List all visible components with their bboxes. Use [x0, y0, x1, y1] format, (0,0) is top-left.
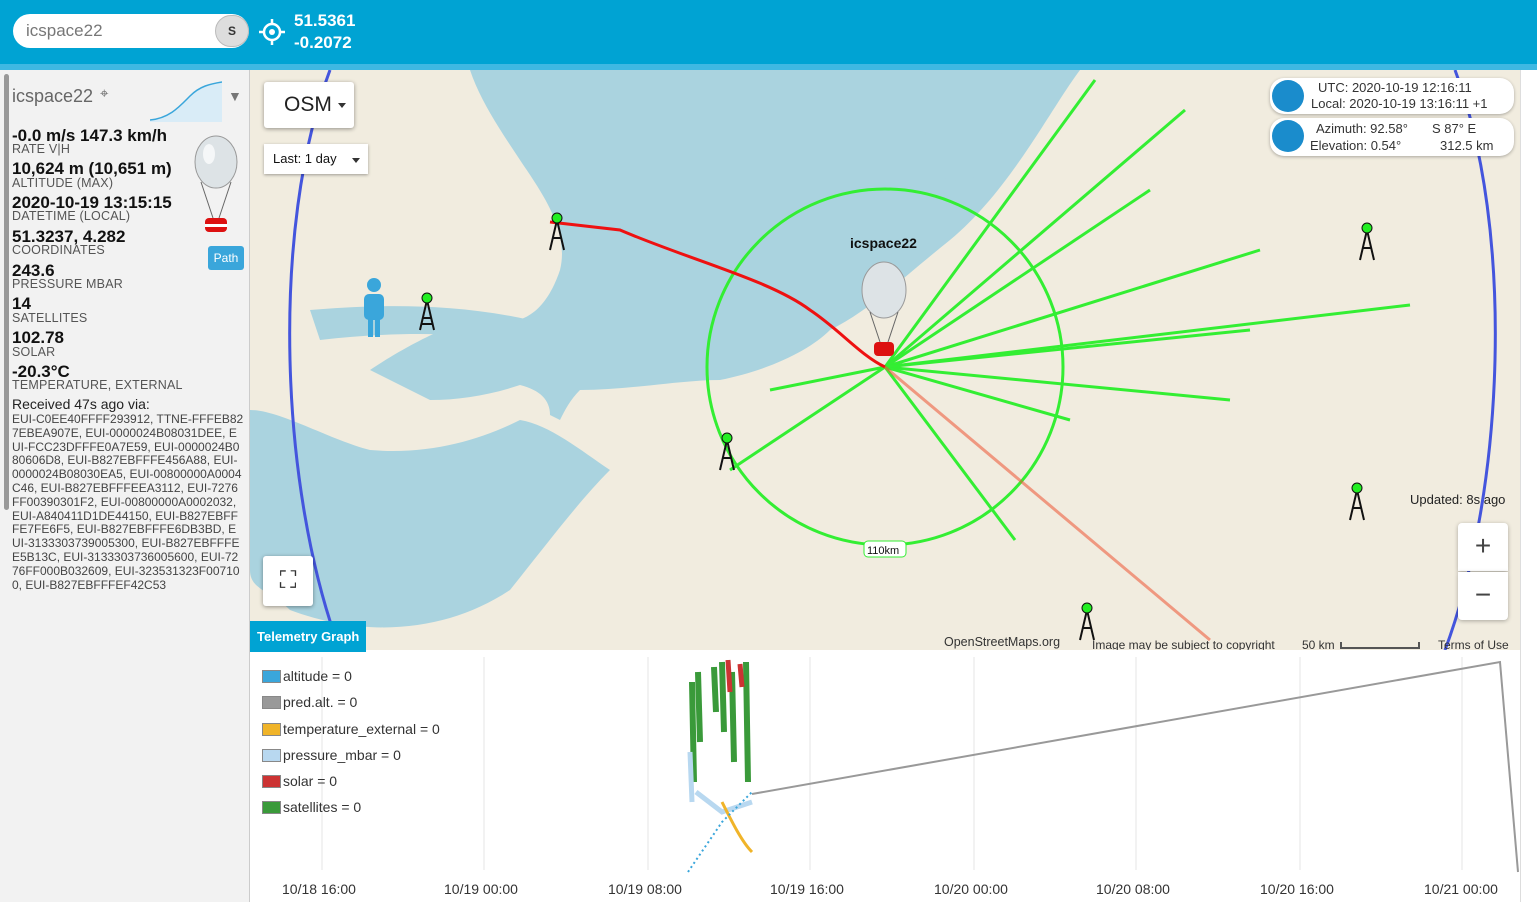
legend-predicted-altitude[interactable]: pred.alt. = 0: [262, 694, 357, 710]
zoom-in-button[interactable]: +: [1458, 523, 1508, 571]
fullscreen-button[interactable]: ⛶: [263, 556, 313, 606]
compass-icon: [1272, 120, 1304, 152]
datetime-label: DATETIME (LOCAL): [12, 209, 131, 223]
x-tick: 10/20 08:00: [1096, 881, 1170, 897]
antenna-icon: [1349, 482, 1365, 521]
payload-callsign[interactable]: icspace22: [12, 86, 93, 107]
clock-panel: UTC: 2020-10-19 12:16:11 Local: 2020-10-…: [1270, 78, 1514, 114]
payload-sidebar: icspace22 ⌖ ▼ -0.0 m/s 147.3 km/h RATE V…: [0, 70, 250, 902]
elevation: Elevation: 0.54°: [1310, 138, 1402, 153]
temperature-label: TEMPERATURE, EXTERNAL: [12, 378, 183, 392]
antenna-icon: [1359, 222, 1375, 261]
local-time: Local: 2020-10-19 13:16:11 +1: [1311, 96, 1488, 111]
solar-label: SOLAR: [12, 345, 56, 359]
latitude: 51.5361: [294, 11, 356, 30]
clock-icon: [1272, 80, 1304, 112]
crosshair-icon[interactable]: [258, 18, 286, 46]
sidebar-scrollbar[interactable]: [4, 74, 9, 510]
legend-temperature[interactable]: temperature_external = 0: [262, 721, 440, 737]
x-tick: 10/19 00:00: [444, 881, 518, 897]
x-tick: 10/19 08:00: [608, 881, 682, 897]
rate-label: RATE V|H: [12, 142, 71, 156]
map-attribution[interactable]: OpenStreetMaps.org: [944, 635, 1060, 649]
x-tick: 10/21 00:00: [1424, 881, 1498, 897]
my-coordinates: 51.5361 -0.2072: [294, 10, 355, 54]
search-button[interactable]: S: [215, 15, 249, 47]
period-selector[interactable]: Last: 1 day: [264, 144, 368, 174]
telemetry-graph-tab[interactable]: Telemetry Graph: [250, 621, 366, 652]
legend-pressure[interactable]: pressure_mbar = 0: [262, 747, 401, 763]
look-angles-panel: Azimuth: 92.58° S 87° E Elevation: 0.54°…: [1270, 118, 1514, 156]
path-button[interactable]: Path: [208, 246, 244, 270]
legend-altitude[interactable]: altitude = 0: [262, 668, 352, 684]
x-tick: 10/19 16:00: [770, 881, 844, 897]
map-canvas[interactable]: icspace22 110km: [250, 70, 1520, 650]
receiver-list: EUI-C0EE40FFFF293912, TTNE-FFFEB827EBEA9…: [12, 412, 244, 592]
layer-selector[interactable]: OSM: [264, 82, 354, 128]
terms-link[interactable]: Terms of Use: [1438, 638, 1509, 650]
x-tick: 10/18 16:00: [282, 881, 356, 897]
range-label: 110km: [867, 545, 899, 557]
telemetry-graph[interactable]: altitude = 0 pred.alt. = 0 temperature_e…: [252, 652, 1520, 902]
antenna-icon: [1079, 602, 1095, 641]
search-input[interactable]: [13, 14, 249, 48]
scale-bar: [1340, 642, 1420, 649]
scale-label: 50 km: [1302, 638, 1335, 650]
thames-estuary: [310, 306, 530, 340]
longitude: -0.2072: [294, 33, 352, 52]
zoom-out-button[interactable]: −: [1458, 572, 1508, 620]
legend-solar[interactable]: solar = 0: [262, 773, 337, 789]
right-panel-edge: [1520, 70, 1537, 902]
coordinates-label: COORDINATES: [12, 243, 105, 257]
predicted-altitude-series: [751, 660, 1519, 873]
map-view[interactable]: icspace22 110km OSM Last: 1 day ⛶ UTC: 2…: [250, 70, 1520, 650]
predicted-track: [884, 365, 1211, 642]
distance: 312.5 km: [1440, 138, 1494, 153]
updated-status: Updated: 8s ago: [1410, 492, 1506, 507]
azimuth: Azimuth: 92.58°: [1316, 121, 1408, 136]
top-bar: S 51.5361 -0.2072: [0, 0, 1537, 70]
received-header: Received 47s ago via:: [12, 396, 150, 412]
copyright-notice: Image may be subject to copyright: [1092, 638, 1275, 650]
balloon-icon: [194, 135, 238, 232]
target-icon[interactable]: ⌖: [100, 85, 108, 102]
x-tick: 10/20 16:00: [1260, 881, 1334, 897]
pressure-label: PRESSURE MBAR: [12, 277, 123, 291]
graph-gridlines: [321, 657, 1463, 870]
graph-canvas: [321, 657, 1519, 873]
x-tick: 10/20 00:00: [934, 881, 1008, 897]
altitude-label: ALTITUDE (MAX): [12, 176, 114, 190]
legend-satellites[interactable]: satellites = 0: [262, 799, 361, 815]
utc-time: UTC: 2020-10-19 12:16:11: [1318, 80, 1472, 95]
satellites-label: SATELLITES: [12, 311, 88, 325]
balloon-marker: [861, 261, 907, 356]
collapse-toggle[interactable]: ▼: [228, 88, 242, 104]
direction: S 87° E: [1432, 121, 1477, 136]
payload-label: icspace22: [850, 235, 917, 251]
altitude-sparkline: [150, 81, 222, 122]
